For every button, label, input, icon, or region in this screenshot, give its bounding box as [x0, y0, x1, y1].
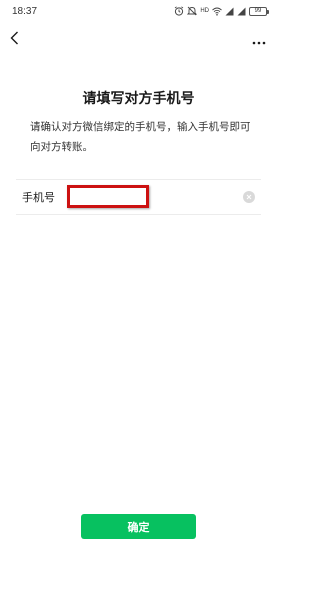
signal-icon [237, 7, 246, 16]
signal-icon [225, 7, 234, 16]
back-button[interactable] [6, 29, 22, 49]
wifi-icon [212, 7, 222, 16]
close-icon [246, 194, 252, 200]
more-button[interactable] [249, 29, 269, 49]
alarm-icon [174, 6, 184, 16]
more-dots-icon [252, 30, 266, 49]
nav-bar [0, 26, 277, 52]
phone-input[interactable] [62, 180, 261, 214]
phone-input-wrap [62, 180, 261, 214]
clear-button[interactable] [243, 191, 255, 203]
battery-icon: 99 [249, 6, 269, 16]
status-icons: HD 99 [174, 6, 269, 16]
phone-label: 手机号 [22, 191, 55, 204]
page-description: 请确认对方微信绑定的手机号，输入手机号即可向对方转账。 [30, 121, 251, 153]
phone-field-row: 手机号 [16, 179, 261, 215]
status-time: 18:37 [12, 5, 38, 17]
chevron-left-icon [10, 30, 19, 49]
status-bar: 18:37 HD 99 [0, 0, 277, 22]
confirm-button[interactable]: 确定 [81, 514, 196, 539]
hd-label: HD [200, 8, 209, 14]
page-title: 请填写对方手机号 [82, 91, 195, 107]
mute-icon [187, 6, 198, 16]
